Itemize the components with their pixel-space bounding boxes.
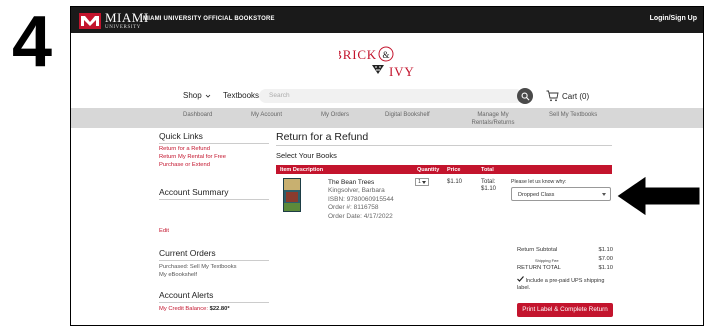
chevron-down-icon	[602, 193, 606, 196]
total-cell: Total: $1.10	[481, 179, 496, 193]
page-title: Return for a Refund	[276, 131, 369, 143]
account-subnav: Dashboard My Account My Orders Digital B…	[71, 108, 703, 128]
current-order-item: Purchased: Sell My Textbooks	[159, 264, 237, 271]
reason-label: Please let us know why:	[511, 179, 567, 185]
shipping-label: Shipping Fee	[535, 258, 559, 263]
return-total-row: RETURN TOTAL $1.10	[517, 265, 613, 274]
shipping-value: $7.00	[598, 256, 613, 262]
book-order-number: Order #: 8116758	[328, 204, 379, 212]
price-value: $1.10	[447, 179, 463, 185]
search-icon	[521, 92, 529, 100]
main-content: Return for a Refund Select Your Books	[276, 131, 616, 160]
cart-link[interactable]: Cart (0)	[546, 90, 589, 102]
return-total-label: RETURN TOTAL	[517, 265, 561, 271]
ups-label-option[interactable]: Include a pre-paid UPS shipping label.	[517, 276, 613, 292]
reason-dropdown[interactable]: Dropped Class	[511, 187, 611, 201]
brand-line1: BRICK	[339, 47, 377, 62]
subnav-dashboard[interactable]: Dashboard	[183, 112, 212, 120]
step-number-text: 4	[12, 6, 52, 72]
quantity-select[interactable]: 1	[415, 178, 429, 186]
quick-link-purchase-extend[interactable]: Purchase or Extend	[159, 162, 269, 170]
arrow-left-icon	[612, 171, 703, 221]
search-placeholder: Search	[269, 92, 290, 99]
subtotal-row: Return Subtotal $1.10	[517, 247, 613, 256]
divider	[159, 143, 269, 144]
book-order-date: Order Date: 4/17/2022	[328, 212, 393, 220]
checkmark-icon	[517, 276, 524, 282]
col-price: Price	[447, 166, 461, 173]
book-isbn: ISBN: 9780060915544	[328, 195, 394, 203]
university-logo[interactable]: MIAMI UNIVERSITY	[79, 11, 149, 30]
account-alerts-title: Account Alerts	[159, 289, 214, 300]
quantity-value: 1	[418, 179, 421, 185]
subtotal-label: Return Subtotal	[517, 247, 558, 253]
brick-ivy-logo[interactable]: BRICK & IVY	[339, 43, 449, 83]
subnav-sell-textbooks[interactable]: Sell My Textbooks	[549, 112, 597, 120]
shop-label: Shop	[183, 91, 202, 100]
textbooks-link[interactable]: Textbooks	[223, 91, 259, 100]
brand-line2: IVY	[389, 64, 415, 79]
divider	[159, 260, 269, 262]
book-title: The Bean Trees	[328, 179, 375, 186]
cart-icon	[546, 90, 559, 102]
miami-logo-icon	[79, 12, 101, 29]
current-order-item: My eBookshelf	[159, 272, 198, 279]
account-summary-title: Account Summary	[159, 187, 229, 198]
edit-account-link[interactable]: Edit	[159, 228, 269, 236]
chevron-down-icon	[205, 94, 210, 98]
step-number: 4	[12, 6, 52, 72]
search-button[interactable]	[517, 88, 533, 104]
quick-link-return-refund[interactable]: Return for a Refund	[159, 146, 269, 154]
cart-label: Cart (0)	[562, 91, 590, 101]
store-title: MIAMI UNIVERSITY OFFICIAL BOOKSTORE	[143, 16, 275, 22]
subtotal-value: $1.10	[598, 247, 613, 253]
credit-value: $22.80*	[209, 305, 230, 312]
login-signup-link[interactable]: Login/Sign Up	[650, 15, 697, 22]
credit-label: My Credit Balance:	[159, 305, 208, 312]
print-label-complete-return-button[interactable]: Print Label & Complete Return	[517, 303, 613, 317]
divider	[159, 199, 269, 201]
ups-note-text: Include a pre-paid UPS shipping label.	[517, 278, 605, 291]
brand-amp: &	[382, 50, 389, 60]
section-title: Select Your Books	[276, 151, 337, 160]
search-input[interactable]: Search	[259, 89, 523, 103]
col-quantity: Quantity	[417, 166, 440, 173]
brand-emblem-icon	[372, 65, 384, 74]
main-nav: Shop Textbooks Search Cart (0)	[71, 87, 703, 107]
divider	[276, 145, 612, 146]
browser-frame: MIAMI UNIVERSITY MIAMI UNIVERSITY OFFICI…	[70, 6, 704, 326]
reason-value: Dropped Class	[518, 191, 555, 198]
items-table-header: Item Description Quantity Price Total	[276, 165, 612, 174]
subnav-my-account[interactable]: My Account	[251, 112, 282, 120]
return-total-value: $1.10	[598, 265, 613, 271]
subnav-my-orders[interactable]: My Orders	[321, 112, 349, 120]
return-summary: Return Subtotal $1.10 Shipping Fee $7.00…	[517, 247, 613, 292]
col-item-description: Item Description	[280, 166, 324, 173]
logo-sub: UNIVERSITY	[105, 25, 141, 30]
shipping-row: Shipping Fee $7.00	[517, 256, 613, 265]
total-label: Total:	[481, 179, 496, 185]
sidebar: Quick Links Return for a Refund Return M…	[159, 131, 269, 314]
book-details: The Bean Trees Kingsolver, Barbara ISBN:…	[328, 179, 394, 221]
quick-link-return-rental[interactable]: Return My Rental for Free	[159, 154, 269, 162]
chevron-down-icon	[421, 180, 426, 184]
current-orders-title: Current Orders	[159, 248, 216, 259]
col-total: Total	[481, 166, 494, 173]
divider	[159, 301, 269, 303]
book-author: Kingsolver, Barbara	[328, 187, 385, 195]
shop-menu[interactable]: Shop	[183, 91, 211, 100]
book-cover-image	[283, 178, 301, 212]
subnav-digital-bookshelf[interactable]: Digital Bookshelf	[385, 112, 430, 120]
top-bar: MIAMI UNIVERSITY MIAMI UNIVERSITY OFFICI…	[71, 7, 703, 33]
credit-balance: My Credit Balance: $22.80*	[159, 306, 269, 314]
total-value: $1.10	[481, 186, 497, 193]
quick-links-title: Quick Links	[159, 131, 203, 141]
subnav-manage-rentals[interactable]: Manage My Rentals/Returns	[465, 112, 521, 127]
